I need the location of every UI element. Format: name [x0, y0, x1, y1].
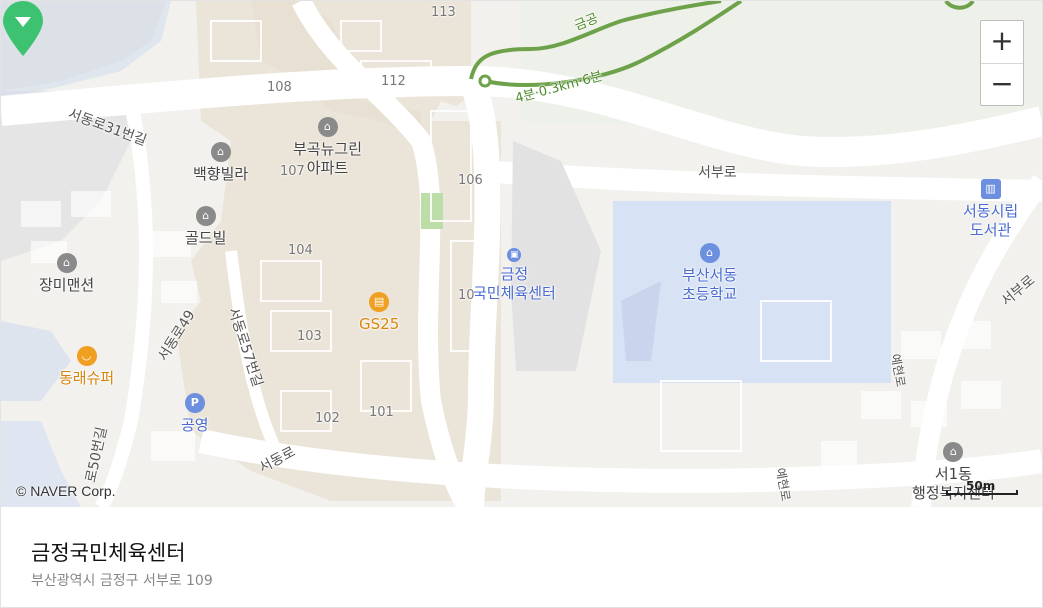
building-icon: ⌂	[210, 142, 231, 162]
place-info-panel: 금정국민체육센터 부산광역시 금정구 서부로 109	[1, 507, 1042, 607]
poi-seodong-elementary[interactable]: ⌂ 부산서동 초등학교	[682, 243, 737, 304]
block-103: 103	[297, 329, 322, 344]
poi-bugok-newgreen-apt[interactable]: ⌂ 부곡뉴그린 아파트	[293, 117, 362, 178]
poi-gold-villa[interactable]: ⌂ 골드빌	[185, 206, 226, 248]
poi-baekhyang-villa[interactable]: ⌂ 백향빌라	[193, 142, 248, 184]
poi-donglae-supermarket[interactable]: ◡ 동래슈퍼	[59, 346, 114, 388]
parking-icon: P	[184, 393, 205, 413]
book-icon: ▥	[980, 179, 1001, 199]
convenience-store-icon: ▤	[369, 292, 390, 312]
map-card: 113 112 108 107 106 104 103 102 101 10 서…	[0, 0, 1043, 608]
poi-public-parking[interactable]: P 공영	[181, 393, 209, 435]
block-113: 113	[431, 5, 456, 20]
block-106: 106	[458, 173, 483, 188]
building-icon: ⌂	[56, 253, 77, 273]
block-101: 101	[369, 405, 394, 420]
location-marker-icon[interactable]	[1, 1, 45, 57]
place-address: 부산광역시 금정구 서부로 109	[31, 573, 213, 589]
building-icon: ⌂	[195, 206, 216, 226]
place-name[interactable]: 금정국민체육센터	[31, 537, 186, 567]
road-label: 서부로	[698, 165, 737, 181]
poi-geumjeong-sports-center[interactable]: ▣ 금정 국민체육센터	[473, 248, 556, 303]
building-icon: ⌂	[317, 117, 338, 137]
poi-gs25[interactable]: ▤ GS25	[359, 292, 399, 334]
poi-jangmi-mansion[interactable]: ⌂ 장미맨션	[39, 253, 94, 295]
sports-center-icon: ▣	[507, 248, 522, 262]
basket-icon: ◡	[76, 346, 97, 366]
poi-seodong-library[interactable]: ▥ 서동시립 도서관	[963, 179, 1018, 240]
scale-bar: 50m	[946, 479, 1018, 495]
zoom-in-button[interactable]: +	[981, 21, 1023, 63]
scale-line	[946, 490, 1018, 495]
block-102: 102	[315, 411, 340, 426]
government-office-icon: ⌂	[943, 442, 964, 462]
map-copyright: © NAVER Corp.	[16, 483, 116, 499]
zoom-controls: + −	[980, 20, 1024, 106]
block-112: 112	[381, 74, 406, 89]
map-view[interactable]: 113 112 108 107 106 104 103 102 101 10 서…	[1, 1, 1042, 507]
zoom-out-button[interactable]: −	[981, 63, 1023, 106]
block-108: 108	[267, 80, 292, 95]
school-icon: ⌂	[699, 243, 720, 263]
block-104: 104	[288, 243, 313, 258]
